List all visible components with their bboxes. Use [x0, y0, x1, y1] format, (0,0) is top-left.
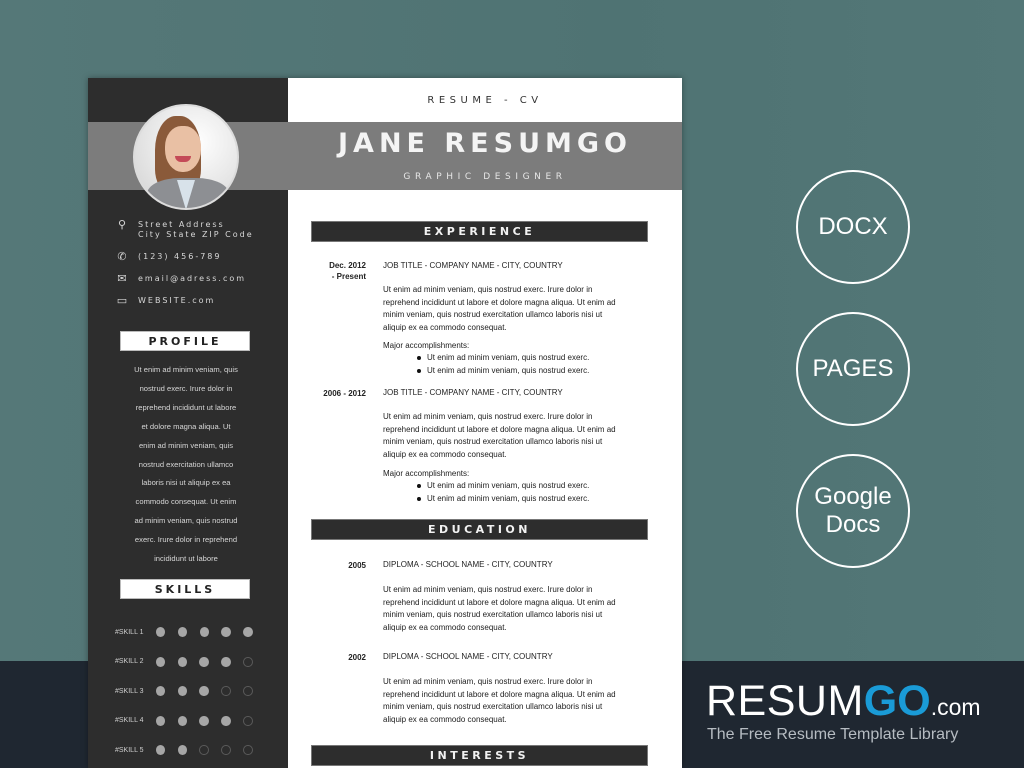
skill-dot-filled: [177, 627, 188, 637]
skill-dot-filled: [155, 715, 166, 726]
skill-dot-filled: [177, 656, 187, 667]
skill-dot-filled: [199, 686, 209, 696]
location-pin-icon: ⚲: [117, 218, 129, 231]
accomplishment-item: Ut enim ad minim veniam, quis nostrud ex…: [417, 353, 589, 362]
skill-dot-empty: [243, 656, 253, 667]
skill-dot-filled: [221, 715, 231, 726]
resumgo-logo[interactable]: RESUM GO .com: [706, 679, 981, 723]
logo-go-mark: GO: [863, 677, 931, 725]
skill-dot-filled: [177, 715, 187, 726]
skill-dot-empty: [221, 745, 231, 755]
skill-dot-empty: [243, 715, 253, 726]
profile-heading: PROFILE: [120, 331, 250, 351]
education-heading: EDUCATION: [311, 519, 648, 540]
entry-title: DIPLOMA - SCHOOL NAME - CITY, COUNTRY: [383, 560, 553, 569]
experience-heading: EXPERIENCE: [311, 221, 648, 242]
resume-main: EXPERIENCE Dec. 2012 - Present JOB TITLE…: [288, 78, 682, 768]
skill-dot-empty: [221, 686, 231, 696]
skill-dot-filled: [155, 745, 166, 755]
entry-description: Ut enim ad minim veniam, quis nostrud ex…: [383, 585, 616, 632]
accomplishments-label: Major accomplishments:: [383, 341, 470, 350]
skill-row: #SKILL 3: [115, 685, 265, 697]
entry-date: 2002: [348, 653, 366, 662]
format-badge-pages[interactable]: PAGES: [796, 312, 910, 426]
skill-label: #SKILL 3: [115, 687, 144, 695]
skill-dot-filled: [243, 627, 253, 637]
accomplishment-item: Ut enim ad minim veniam, quis nostrud ex…: [417, 481, 589, 490]
format-badge-google-docs[interactable]: Google Docs: [796, 454, 910, 568]
skill-row: #SKILL 1: [115, 626, 265, 638]
profile-photo: [133, 104, 239, 210]
accomplishment-item: Ut enim ad minim veniam, quis nostrud ex…: [417, 366, 589, 375]
skill-row: #SKILL 2: [115, 656, 265, 668]
skill-dot-empty: [243, 745, 253, 755]
skill-dot-filled: [199, 627, 209, 637]
accomplishments-label: Major accomplishments:: [383, 469, 470, 478]
profile-text: Ut enim ad minim veniam, quis nostrud ex…: [134, 365, 238, 564]
entry-date: 2005: [348, 561, 366, 570]
contact-website: ▭ WEBSITE.com: [116, 294, 216, 307]
skill-dot-filled: [221, 656, 231, 667]
skill-label: #SKILL 4: [115, 717, 144, 724]
entry-title: JOB TITLE - COMPANY NAME - CITY, COUNTRY: [383, 261, 563, 270]
entry-description: Ut enim ad minim veniam, quis nostrud ex…: [383, 677, 616, 724]
skill-dot-filled: [155, 627, 166, 637]
entry-title: JOB TITLE - COMPANY NAME - CITY, COUNTRY: [383, 388, 563, 397]
monitor-icon: ▭: [116, 294, 130, 307]
skill-dot-empty: [243, 686, 253, 696]
resume-preview: RESUME - CV JANE RESUMGO GRAPHIC DESIGNE…: [88, 78, 682, 768]
entry-date: 2006 - 2012: [323, 389, 366, 398]
skill-dot-filled: [155, 656, 166, 667]
skill-dot-filled: [199, 715, 209, 726]
skill-row: #SKILL 4: [115, 715, 265, 727]
skill-dot-filled: [177, 686, 187, 696]
accomplishment-item: Ut enim ad minim veniam, quis nostrud ex…: [417, 494, 589, 503]
phone-icon: ✆: [117, 250, 129, 263]
entry-date: Dec. 2012 - Present: [329, 261, 366, 281]
entry-title: DIPLOMA - SCHOOL NAME - CITY, COUNTRY: [383, 652, 553, 661]
envelope-icon: ✉: [117, 272, 129, 285]
skill-label: #SKILL 2: [115, 658, 144, 665]
skill-dot-filled: [199, 656, 209, 667]
skill-label: #SKILL 1: [115, 628, 144, 636]
skill-dot-empty: [199, 745, 209, 755]
interests-heading: INTERESTS: [311, 745, 648, 766]
contact-address: ⚲ Street Address City State ZIP Code: [117, 218, 254, 239]
contact-email: ✉ email@adress.com: [117, 272, 247, 285]
entry-description: Ut enim ad minim veniam, quis nostrud ex…: [383, 285, 616, 332]
format-badge-docx[interactable]: DOCX: [796, 170, 910, 284]
contact-phone: ✆ (123) 456-789: [117, 250, 222, 263]
skill-row: #SKILL 5: [115, 744, 265, 756]
skills-heading: SKILLS: [120, 579, 250, 599]
entry-description: Ut enim ad minim veniam, quis nostrud ex…: [383, 412, 616, 459]
skill-dot-filled: [177, 745, 187, 755]
skill-dot-filled: [221, 627, 231, 637]
skill-label: #SKILL 5: [115, 746, 144, 754]
skill-dot-filled: [155, 686, 166, 696]
brand-tagline: The Free Resume Template Library: [707, 726, 959, 743]
